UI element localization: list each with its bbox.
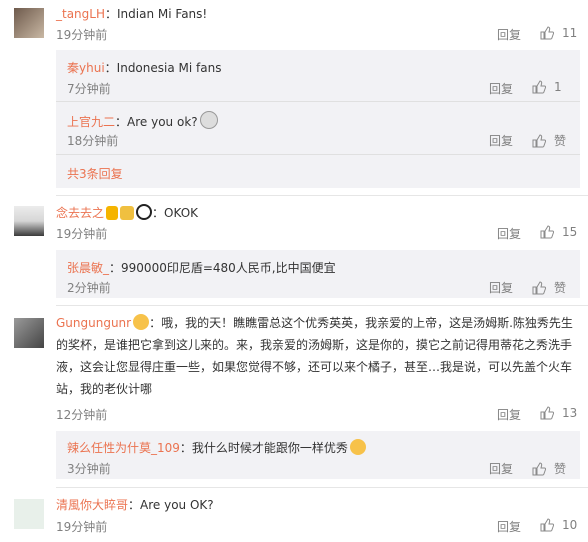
like-count: 10 bbox=[562, 518, 578, 532]
reply-list: 秦yhui：Indonesia Mi fans 7分钟前 回复 1 上官九二：A… bbox=[56, 50, 580, 188]
avatar[interactable] bbox=[14, 499, 44, 529]
crown-badge-icon bbox=[120, 206, 135, 220]
comment-text: Are you OK? bbox=[140, 498, 214, 512]
username-link[interactable]: 念去去之 bbox=[56, 206, 104, 220]
username-link[interactable]: 秦yhui bbox=[67, 61, 105, 75]
reply-button[interactable]: 回复 bbox=[497, 225, 521, 242]
comment-text: OKOK bbox=[164, 206, 199, 220]
username-link[interactable]: Gungungunr bbox=[56, 316, 131, 330]
comment-body: 念去去之 ：OKOK bbox=[56, 204, 199, 220]
comment-text-line: 的奖杯，是谁把它拿到这儿来的。来，我亲爱的汤姆斯，这是你的，摸它之前记得用蒂花之… bbox=[56, 338, 573, 352]
like-button[interactable]: 赞 bbox=[532, 132, 566, 149]
timestamp: 7分钟前 bbox=[67, 82, 111, 96]
like-count: 赞 bbox=[554, 462, 567, 476]
timestamp: 18分钟前 bbox=[67, 134, 119, 148]
username-link[interactable]: _tangLH bbox=[56, 7, 105, 21]
reply-button[interactable]: 回复 bbox=[489, 80, 513, 97]
like-button[interactable]: 赞 bbox=[532, 460, 566, 477]
timestamp: 12分钟前 bbox=[56, 408, 108, 422]
cat-face-emoji-icon bbox=[199, 111, 218, 129]
comment-body: Gungungunr ：哦，我的天！瞧瞧雷总这个优秀英英，我亲爱的上帝，这是汤姆斯… bbox=[56, 314, 573, 331]
reply-body: 辣么任性为什莫_109：我什么时候才能跟你一样优秀 bbox=[67, 439, 366, 456]
like-button[interactable]: 10 bbox=[540, 518, 577, 532]
reply-button[interactable]: 回复 bbox=[489, 279, 513, 296]
expand-replies-link[interactable]: 共3条回复 bbox=[67, 165, 123, 182]
username-link[interactable]: 清風你大睟哥 bbox=[56, 498, 128, 512]
timestamp: 19分钟前 bbox=[56, 28, 108, 42]
comment-text-line: 液，这会让您显得庄重一些，如果您觉得不够，还可以来个橘子，甚至…我是说，可以先盖… bbox=[56, 360, 573, 374]
divider bbox=[56, 154, 580, 155]
divider bbox=[56, 101, 580, 102]
thumbs-up-icon bbox=[532, 80, 546, 94]
thumbs-up-icon bbox=[540, 26, 554, 40]
reply-list: 张晨敏_：990000印尼盾=480人民币,比中国便宜 2分钟前 回复 赞 bbox=[56, 250, 580, 298]
divider bbox=[56, 487, 588, 488]
reply-button[interactable]: 回复 bbox=[489, 460, 513, 477]
timestamp: 19分钟前 bbox=[56, 520, 108, 534]
like-count: 11 bbox=[562, 26, 578, 40]
comment-body: 清風你大睟哥：Are you OK? bbox=[56, 498, 214, 512]
thumbs-up-icon bbox=[540, 518, 554, 532]
panda-badge-icon bbox=[136, 204, 153, 220]
username-link[interactable]: 辣么任性为什莫_109 bbox=[67, 441, 180, 455]
avatar[interactable] bbox=[14, 318, 44, 348]
reply-button[interactable]: 回复 bbox=[497, 406, 521, 423]
like-button[interactable]: 15 bbox=[540, 225, 577, 239]
reply-button[interactable]: 回复 bbox=[489, 132, 513, 149]
timestamp: 2分钟前 bbox=[67, 281, 111, 295]
like-count: 1 bbox=[554, 80, 562, 94]
like-count: 15 bbox=[562, 225, 578, 239]
comment-body: _tangLH：Indian Mi Fans! bbox=[56, 7, 208, 21]
like-button[interactable]: 1 bbox=[532, 80, 562, 94]
divider bbox=[56, 305, 588, 306]
reply-list: 辣么任性为什莫_109：我什么时候才能跟你一样优秀 3分钟前 回复 赞 bbox=[56, 431, 580, 479]
avatar[interactable] bbox=[14, 8, 44, 38]
like-button[interactable]: 13 bbox=[540, 406, 577, 420]
comment-text-line: ：哦，我的天！瞧瞧雷总这个优秀英英，我亲爱的上帝，这是汤姆斯.陈独秀先生 bbox=[149, 316, 573, 330]
thumbs-up-icon bbox=[532, 461, 546, 475]
like-button[interactable]: 11 bbox=[540, 26, 577, 40]
comment-text-line: 站，我的老伙计哪 bbox=[56, 382, 153, 396]
heart-eyes-emoji-icon bbox=[133, 314, 150, 330]
comment-text: Indian Mi Fans! bbox=[117, 7, 208, 21]
like-count: 赞 bbox=[554, 134, 567, 148]
avatar[interactable] bbox=[14, 206, 44, 236]
timestamp: 3分钟前 bbox=[67, 462, 111, 476]
like-button[interactable]: 赞 bbox=[532, 279, 566, 296]
reply-button[interactable]: 回复 bbox=[497, 518, 521, 535]
thumbs-up-icon bbox=[540, 225, 554, 239]
reply-text: 我什么时候才能跟你一样优秀 bbox=[191, 441, 348, 455]
reply-text: 990000印尼盾=480人民币,比中国便宜 bbox=[121, 261, 336, 275]
reply-body: 张晨敏_：990000印尼盾=480人民币,比中国便宜 bbox=[67, 261, 336, 275]
reply-button[interactable]: 回复 bbox=[497, 26, 521, 43]
reply-body: 上官九二：Are you ok? bbox=[67, 111, 218, 130]
username-link[interactable]: 上官九二 bbox=[67, 115, 115, 129]
reply-text: Indonesia Mi fans bbox=[116, 61, 222, 75]
timestamp: 19分钟前 bbox=[56, 227, 108, 241]
username-link[interactable]: 张晨敏_ bbox=[67, 261, 109, 275]
reply-text: Are you ok? bbox=[127, 115, 198, 129]
divider bbox=[56, 195, 588, 196]
cat-face-emoji-icon bbox=[349, 439, 366, 455]
reply-body: 秦yhui：Indonesia Mi fans bbox=[67, 61, 222, 75]
thumbs-up-icon bbox=[532, 133, 546, 147]
vip-badge-icon bbox=[106, 206, 119, 220]
like-count: 赞 bbox=[554, 281, 567, 295]
like-count: 13 bbox=[562, 406, 578, 420]
thumbs-up-icon bbox=[532, 280, 546, 294]
thumbs-up-icon bbox=[540, 406, 554, 420]
